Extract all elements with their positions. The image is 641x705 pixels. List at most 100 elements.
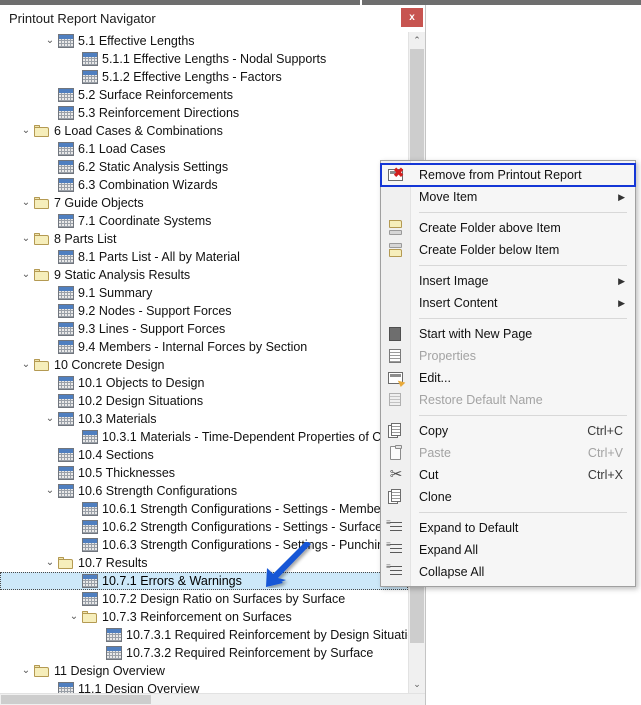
tree-item[interactable]: 10.5 Thicknesses (0, 464, 408, 482)
tree-item[interactable]: 10.2 Design Situations (0, 392, 408, 410)
tree-item[interactable]: 9.2 Nodes - Support Forces (0, 302, 408, 320)
tree-item[interactable]: 6.3 Combination Wizards (0, 176, 408, 194)
tree-item[interactable]: ⌄ 7 Guide Objects (0, 194, 408, 212)
tree-item[interactable]: 6.2 Static Analysis Settings (0, 158, 408, 176)
tree-item[interactable]: 9.4 Members - Internal Forces by Section (0, 338, 408, 356)
menu-item-expand-to-default[interactable]: ≡ Expand to Default (381, 517, 635, 539)
close-icon[interactable]: x (401, 8, 423, 27)
tree-item[interactable]: ⌄ 11 Design Overview (0, 662, 408, 680)
tree-item[interactable]: 5.2 Surface Reinforcements (0, 86, 408, 104)
tree-item[interactable]: 9.3 Lines - Support Forces (0, 320, 408, 338)
menu-item-move-item[interactable]: Move Item ▶ (381, 186, 635, 208)
chevron-down-icon[interactable]: ⌄ (18, 356, 34, 374)
menu-item-start-with-new-page[interactable]: Start with New Page (381, 323, 635, 345)
menu-item-insert-content[interactable]: Insert Content ▶ (381, 292, 635, 314)
folder-icon (34, 124, 50, 138)
table-icon (58, 394, 74, 408)
folder-above-icon (388, 220, 404, 236)
tree-item[interactable]: ⌄ 6 Load Cases & Combinations (0, 122, 408, 140)
tree-item-label: 9.3 Lines - Support Forces (78, 322, 226, 336)
tree-item[interactable]: 10.6.2 Strength Configurations - Setting… (0, 518, 408, 536)
scroll-up-icon[interactable]: ⌃ (409, 32, 425, 49)
menu-item-clone[interactable]: Clone (381, 486, 635, 508)
folder-icon (82, 610, 98, 624)
table-icon (58, 448, 74, 462)
menu-item-copy[interactable]: Copy Ctrl+C (381, 420, 635, 442)
paste-icon (388, 445, 404, 461)
tree-item[interactable]: 5.1.2 Effective Lengths - Factors (0, 68, 408, 86)
chevron-down-icon[interactable]: ⌄ (66, 608, 82, 626)
table-icon (82, 592, 98, 606)
tree-item-label: 10.6.2 Strength Configurations - Setting… (102, 520, 389, 534)
chevron-down-icon[interactable]: ⌄ (42, 410, 58, 428)
tree-item[interactable]: 11.1 Design Overview (0, 680, 408, 693)
table-icon (82, 538, 98, 552)
tree-item[interactable]: 10.7.3.1 Required Reinforcement by Desig… (0, 626, 408, 644)
tree-horizontal-scrollbar-thumb[interactable] (1, 695, 151, 704)
tree-item-label: 6.3 Combination Wizards (78, 178, 218, 192)
tree-item[interactable]: 7.1 Coordinate Systems (0, 212, 408, 230)
chevron-down-icon[interactable]: ⌄ (18, 230, 34, 248)
tree-item[interactable]: 9.1 Summary (0, 284, 408, 302)
tree-item[interactable]: 10.1 Objects to Design (0, 374, 408, 392)
menu-item-shortcut: Ctrl+X (587, 468, 623, 482)
tree-item-selected[interactable]: 10.7.1 Errors & Warnings (0, 572, 408, 590)
tree-item-label: 10.5 Thicknesses (78, 466, 176, 480)
chevron-down-icon[interactable]: ⌄ (18, 662, 34, 680)
table-icon (58, 412, 74, 426)
chevron-down-icon[interactable]: ⌄ (42, 482, 58, 500)
menu-item-collapse-all[interactable]: ≡ Collapse All (381, 561, 635, 583)
chevron-down-icon[interactable]: ⌄ (18, 122, 34, 140)
menu-item-insert-image[interactable]: Insert Image ▶ (381, 270, 635, 292)
tree-item[interactable]: 10.4 Sections (0, 446, 408, 464)
menu-item-create-folder-above-item[interactable]: Create Folder above Item (381, 217, 635, 239)
table-icon (58, 106, 74, 120)
chevron-down-icon[interactable]: ⌄ (42, 32, 58, 50)
tree-item-label: 10.7.2 Design Ratio on Surfaces by Surfa… (102, 592, 346, 606)
menu-separator (419, 212, 627, 213)
table-icon (58, 88, 74, 102)
tree-item[interactable]: ⌄ 10 Concrete Design (0, 356, 408, 374)
tree-item[interactable]: 5.3 Reinforcement Directions (0, 104, 408, 122)
tree-item[interactable]: ⌄ 8 Parts List (0, 230, 408, 248)
tree-item[interactable]: 10.7.3.2 Required Reinforcement by Surfa… (0, 644, 408, 662)
tree-item[interactable]: ⌄ 10.7 Results (0, 554, 408, 572)
tree-item[interactable]: ⌄ 10.3 Materials (0, 410, 408, 428)
report-tree[interactable]: ⌄ 5.1 Effective Lengths 5.1.1 Effective Le… (0, 32, 408, 693)
menu-item-edit[interactable]: Edit... (381, 367, 635, 389)
tree-item[interactable]: 6.1 Load Cases (0, 140, 408, 158)
printout-report-navigator-window: Printout Report Navigator x ⌄ 5.1 Effecti… (0, 5, 426, 705)
chevron-down-icon[interactable]: ⌄ (42, 554, 58, 572)
tree-item[interactable]: ⌄ 10.7.3 Reinforcement on Surfaces (0, 608, 408, 626)
tree-item[interactable]: ⌄ 10.6 Strength Configurations (0, 482, 408, 500)
tree-item[interactable]: ⌄ 5.1 Effective Lengths (0, 32, 408, 50)
tree-item[interactable]: 5.1.1 Effective Lengths - Nodal Supports (0, 50, 408, 68)
tree-item-label: 10.3 Materials (78, 412, 157, 426)
menu-item-expand-all[interactable]: ≡ Expand All (381, 539, 635, 561)
menu-item-label: Expand All (419, 543, 479, 557)
tree-item[interactable]: 10.6.3 Strength Configurations - Setting… (0, 536, 408, 554)
tree-item[interactable]: 10.6.1 Strength Configurations - Setting… (0, 500, 408, 518)
chevron-down-icon[interactable]: ⌄ (18, 266, 34, 284)
tree-item[interactable]: 10.7.2 Design Ratio on Surfaces by Surfa… (0, 590, 408, 608)
table-icon (58, 214, 74, 228)
menu-item-label: Paste (419, 446, 451, 460)
tree-horizontal-scrollbar[interactable] (0, 693, 425, 705)
tree-item-label: 10.7.3.2 Required Reinforcement by Surfa… (126, 646, 374, 660)
cut-icon: ✂ (389, 466, 403, 483)
folder-below-icon (388, 242, 404, 258)
tree-item-label: 5.2 Surface Reinforcements (78, 88, 233, 102)
tree-item[interactable]: ⌄ 9 Static Analysis Results (0, 266, 408, 284)
menu-item-create-folder-below-item[interactable]: Create Folder below Item (381, 239, 635, 261)
chevron-down-icon[interactable]: ⌄ (18, 194, 34, 212)
tree-item[interactable]: 10.3.1 Materials - Time-Dependent Proper… (0, 428, 408, 446)
tree-item-label: 10.6.3 Strength Configurations - Setting… (102, 538, 392, 552)
scroll-down-icon[interactable]: ⌄ (409, 676, 425, 693)
context-menu[interactable]: ✖ Remove from Printout Report Move Item ▶ Cr… (380, 160, 636, 587)
tree-item[interactable]: 8.1 Parts List - All by Material (0, 248, 408, 266)
menu-item-remove-from-printout-report[interactable]: ✖ Remove from Printout Report (380, 163, 636, 187)
menu-item-cut[interactable]: ✂ Cut Ctrl+X (381, 464, 635, 486)
page-title: Printout Report Navigator (9, 11, 156, 26)
tree-item-label: 11.1 Design Overview (78, 682, 200, 693)
tree-item-label: 5.3 Reinforcement Directions (78, 106, 240, 120)
